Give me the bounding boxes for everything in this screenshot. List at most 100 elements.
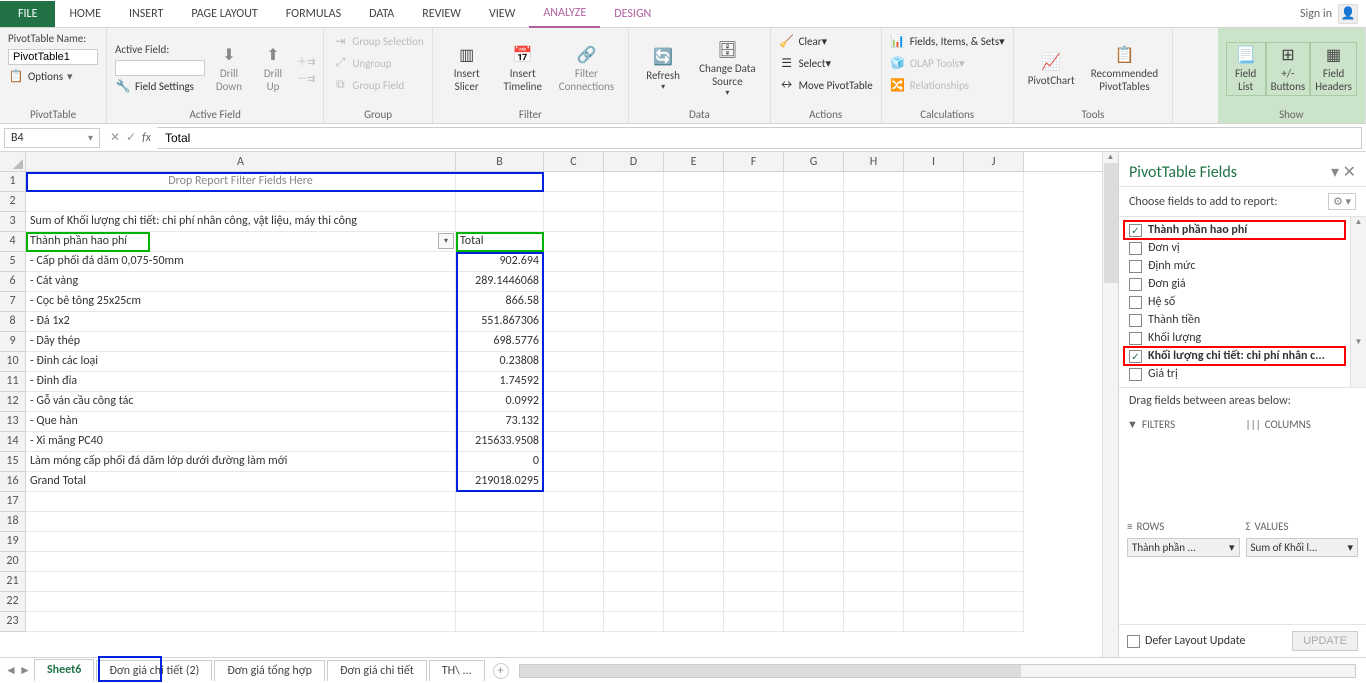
cell[interactable] [664,592,724,612]
new-sheet-button[interactable]: + [493,663,509,679]
cell[interactable]: 0.0992 [456,392,544,412]
cell[interactable]: 902.694 [456,252,544,272]
pt-name-input[interactable] [8,49,98,65]
field-list-button[interactable]: 📃Field List [1226,42,1266,96]
cell[interactable] [724,412,784,432]
cell[interactable] [844,612,904,632]
row-header[interactable]: 16 [0,472,26,492]
cell[interactable] [604,252,664,272]
row-header[interactable]: 11 [0,372,26,392]
cell[interactable] [544,232,604,252]
area-columns[interactable]: |||COLUMNS [1246,418,1359,514]
cell[interactable] [964,332,1024,352]
cell[interactable] [26,592,456,612]
cell[interactable] [664,452,724,472]
cell[interactable] [784,252,844,272]
cell[interactable] [904,332,964,352]
cell[interactable] [604,472,664,492]
cell[interactable] [784,432,844,452]
cell[interactable] [604,512,664,532]
cell[interactable] [904,532,964,552]
refresh-button[interactable]: 🔄Refresh▾ [637,45,689,94]
cell[interactable] [724,272,784,292]
cell[interactable] [964,232,1024,252]
cell[interactable] [784,272,844,292]
col-header-G[interactable]: G [784,152,844,171]
cell[interactable]: - Xi măng PC40 [26,432,456,452]
cell[interactable] [904,312,964,332]
row-header[interactable]: 2 [0,192,26,212]
cell[interactable] [904,612,964,632]
cell[interactable] [844,512,904,532]
cell[interactable] [724,372,784,392]
cell[interactable] [844,392,904,412]
cell[interactable] [784,392,844,412]
cell[interactable]: Thành phần hao phí▾ [26,232,456,252]
cell[interactable] [544,192,604,212]
cell[interactable] [544,492,604,512]
cell[interactable] [544,272,604,292]
cell[interactable] [904,172,964,192]
row-header[interactable]: 9 [0,332,26,352]
field-settings-button[interactable]: 🔧Field Settings [115,78,205,96]
cell[interactable]: 1.74592 [456,372,544,392]
cell[interactable] [604,552,664,572]
cell[interactable] [844,232,904,252]
cell[interactable]: - Dây thép [26,332,456,352]
cell[interactable] [664,272,724,292]
col-header-C[interactable]: C [544,152,604,171]
cell[interactable] [724,552,784,572]
cell[interactable]: Sum of Khối lượng chi tiết: chi phí nhân… [26,212,456,232]
row-header[interactable]: 5 [0,252,26,272]
col-header-E[interactable]: E [664,152,724,171]
cell[interactable] [964,492,1024,512]
cell[interactable] [456,172,544,192]
vertical-scrollbar[interactable]: ▲ [1102,152,1118,657]
fields-items-button[interactable]: 📊Fields, Items, & Sets ▾ [890,32,1005,50]
cell[interactable] [964,252,1024,272]
cell[interactable] [26,552,456,572]
cell[interactable] [544,612,604,632]
tab-file[interactable]: FILE [0,1,55,27]
cell[interactable] [724,612,784,632]
area-values[interactable]: ΣVALUES Sum of Khối l...▾ [1246,520,1359,616]
tab-page-layout[interactable]: PAGE LAYOUT [177,1,271,27]
cell[interactable] [26,612,456,632]
cell[interactable] [604,192,664,212]
cell[interactable]: - Cọc bê tông 25x25cm [26,292,456,312]
row-header[interactable]: 18 [0,512,26,532]
cell[interactable] [964,612,1024,632]
cell[interactable] [664,432,724,452]
cell[interactable]: 0.23808 [456,352,544,372]
cell[interactable]: - Đá 1x2 [26,312,456,332]
cell[interactable] [724,432,784,452]
cell[interactable] [844,432,904,452]
cell[interactable] [844,452,904,472]
cell[interactable] [964,472,1024,492]
cell[interactable] [664,292,724,312]
tab-analyze[interactable]: ANALYZE [529,0,600,28]
select-button[interactable]: ☰Select ▾ [779,54,831,72]
cell[interactable] [724,192,784,212]
name-box[interactable]: B4▾ [4,128,100,148]
active-field-input[interactable] [115,60,205,76]
cell[interactable] [26,192,456,212]
cell[interactable] [664,252,724,272]
cell[interactable] [784,372,844,392]
cell[interactable] [904,232,964,252]
cell[interactable] [604,352,664,372]
cell[interactable] [664,312,724,332]
row-header[interactable]: 22 [0,592,26,612]
cell[interactable] [604,452,664,472]
cell[interactable] [26,572,456,592]
cell[interactable] [724,472,784,492]
cell[interactable] [964,292,1024,312]
tab-design[interactable]: DESIGN [600,1,665,27]
cell[interactable] [544,212,604,232]
cell[interactable] [844,572,904,592]
cell[interactable] [604,392,664,412]
cell[interactable] [784,292,844,312]
tab-formulas[interactable]: FORMULAS [272,1,355,27]
cell[interactable]: - Gỗ ván cầu công tác [26,392,456,412]
row-header[interactable]: 13 [0,412,26,432]
